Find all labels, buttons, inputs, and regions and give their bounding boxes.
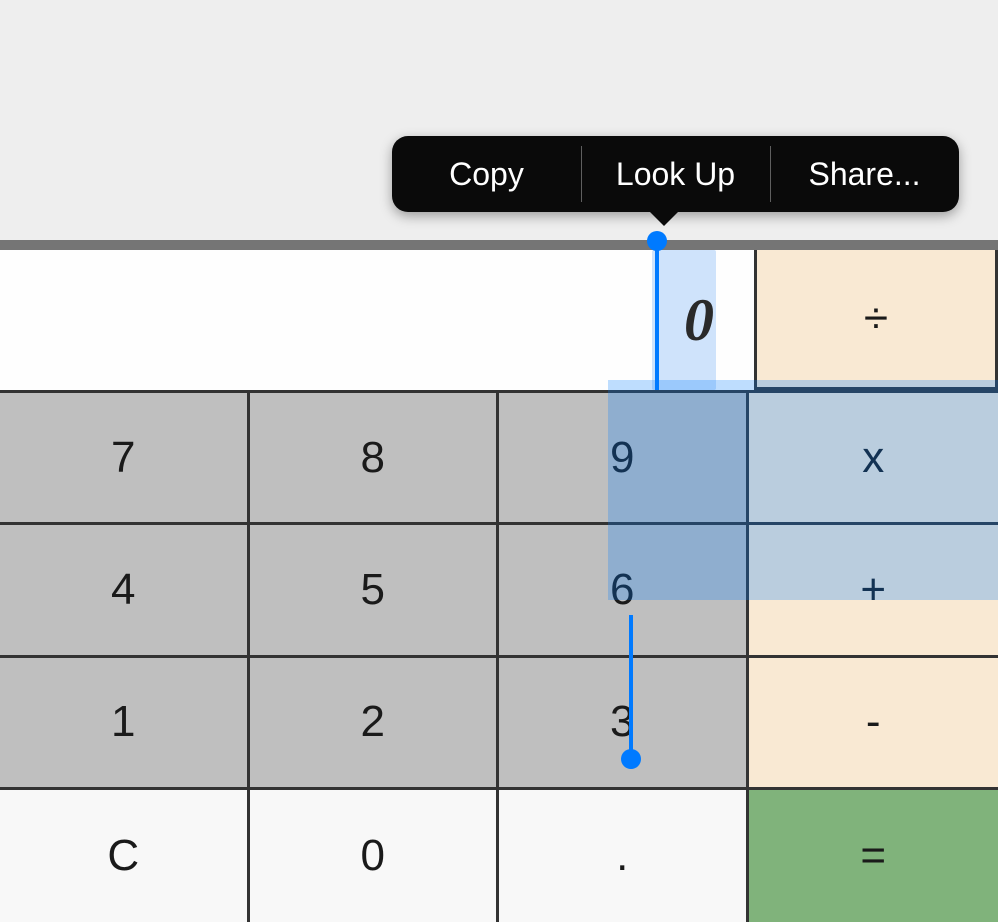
display-row: 0 ÷ bbox=[0, 250, 998, 390]
context-menu: Copy Look Up Share... bbox=[392, 136, 959, 212]
decimal-button[interactable]: . bbox=[499, 790, 749, 922]
display-value: 0 bbox=[684, 286, 714, 355]
multiply-button[interactable]: x bbox=[749, 393, 998, 525]
key-3[interactable]: 3 bbox=[499, 658, 749, 790]
plus-button[interactable]: + bbox=[749, 525, 998, 657]
context-menu-lookup[interactable]: Look Up bbox=[581, 136, 770, 212]
key-2[interactable]: 2 bbox=[250, 658, 500, 790]
context-menu-arrow-icon bbox=[648, 210, 680, 226]
key-6[interactable]: 6 bbox=[499, 525, 749, 657]
equals-button[interactable]: = bbox=[749, 790, 998, 922]
context-menu-copy[interactable]: Copy bbox=[392, 136, 581, 212]
key-8[interactable]: 8 bbox=[250, 393, 500, 525]
calculator-display[interactable]: 0 bbox=[0, 250, 754, 390]
key-5[interactable]: 5 bbox=[250, 525, 500, 657]
top-divider bbox=[0, 240, 998, 250]
key-4[interactable]: 4 bbox=[0, 525, 250, 657]
key-0[interactable]: 0 bbox=[250, 790, 500, 922]
clear-button[interactable]: C bbox=[0, 790, 250, 922]
key-9[interactable]: 9 bbox=[499, 393, 749, 525]
minus-button[interactable]: - bbox=[749, 658, 998, 790]
divide-button[interactable]: ÷ bbox=[754, 250, 998, 390]
key-1[interactable]: 1 bbox=[0, 658, 250, 790]
key-7[interactable]: 7 bbox=[0, 393, 250, 525]
keypad: 7 8 9 x 4 5 6 + 1 2 3 - C 0 . = bbox=[0, 390, 998, 922]
context-menu-share[interactable]: Share... bbox=[770, 136, 959, 212]
